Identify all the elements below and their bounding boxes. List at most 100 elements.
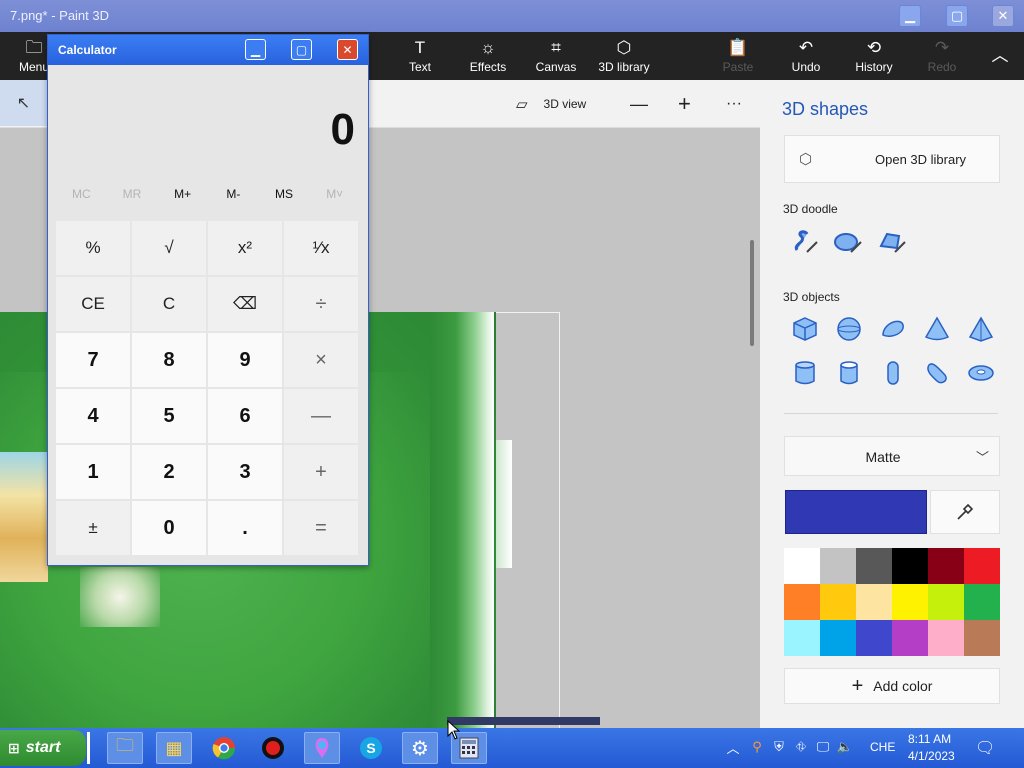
palette-swatch[interactable] [892, 584, 928, 620]
calc-key[interactable]: — [284, 389, 358, 443]
maximize-button[interactable]: ▢ [946, 5, 968, 27]
calc-key[interactable]: × [284, 333, 358, 387]
calculator-title-bar[interactable]: Calculator ▁ ▢ ✕ [48, 35, 368, 65]
calc-key[interactable]: 9 [208, 333, 282, 387]
calc-key[interactable]: % [56, 221, 130, 275]
calc-key[interactable]: ± [56, 501, 130, 555]
calculator-minimize-button[interactable]: ▁ [245, 39, 266, 60]
calc-key[interactable]: √ [132, 221, 206, 275]
hemisphere-button[interactable] [877, 313, 909, 345]
taskbar-file-explorer[interactable]: 🗀 [107, 732, 143, 764]
more-options-button[interactable]: ··· [726, 80, 742, 128]
tube-button[interactable] [833, 357, 865, 389]
calc-key[interactable]: ¹⁄x [284, 221, 358, 275]
palette-swatch[interactable] [928, 584, 964, 620]
calculator-maximize-button[interactable]: ▢ [291, 39, 312, 60]
network-off-icon[interactable]: ⛗ [792, 738, 810, 756]
language-indicator[interactable]: CHE [870, 740, 895, 754]
memory-button[interactable]: MR [107, 187, 158, 207]
horizontal-scrollbar[interactable] [447, 717, 600, 725]
palette-swatch[interactable] [856, 584, 892, 620]
taskbar-recorder[interactable] [255, 732, 291, 764]
ribbon-effects[interactable]: ☼ Effects [464, 32, 512, 80]
memory-button[interactable]: MC [56, 187, 107, 207]
taskbar-settings[interactable]: ⚙ [402, 732, 438, 764]
search-icon[interactable]: ⚲ [748, 738, 766, 756]
add-color-button[interactable]: + Add color [784, 668, 1000, 704]
tube-doodle-button[interactable] [876, 225, 908, 257]
palette-swatch[interactable] [928, 548, 964, 584]
palette-swatch[interactable] [964, 620, 1000, 656]
palette-swatch[interactable] [964, 584, 1000, 620]
palette-swatch[interactable] [820, 584, 856, 620]
calc-key[interactable]: ⌫ [208, 277, 282, 331]
zoom-in-button[interactable]: + [678, 80, 691, 128]
calc-key[interactable]: C [132, 277, 206, 331]
calc-key[interactable]: ÷ [284, 277, 358, 331]
palette-swatch[interactable] [892, 620, 928, 656]
ribbon-undo[interactable]: ↶ Undo [786, 32, 826, 80]
material-dropdown[interactable]: Matte ﹀ [784, 436, 1000, 476]
network-icon[interactable]: 🖵 [814, 738, 832, 756]
palette-swatch[interactable] [820, 620, 856, 656]
calc-key[interactable]: 1 [56, 445, 130, 499]
palette-swatch[interactable] [784, 584, 820, 620]
calc-key[interactable]: . [208, 501, 282, 555]
palette-swatch[interactable] [856, 548, 892, 584]
eyedropper-button[interactable] [930, 490, 1000, 534]
ribbon-paste[interactable]: 📋 Paste [718, 32, 758, 80]
open-3d-library-button[interactable]: ⬡ Open 3D library [784, 135, 1000, 183]
collapse-ribbon-button[interactable]: ︿ [984, 32, 1016, 80]
capsule-button[interactable] [877, 357, 909, 389]
pyramid-button[interactable] [965, 313, 997, 345]
ribbon-redo[interactable]: ↷ Redo [922, 32, 962, 80]
palette-swatch[interactable] [784, 548, 820, 584]
calc-key[interactable]: 0 [132, 501, 206, 555]
calc-key[interactable]: 4 [56, 389, 130, 443]
taskbar-store[interactable]: ▦ [156, 732, 192, 764]
palette-swatch[interactable] [856, 620, 892, 656]
sharp-doodle-button[interactable] [788, 225, 820, 257]
cone-button[interactable] [921, 313, 953, 345]
palette-swatch[interactable] [820, 548, 856, 584]
minimize-button[interactable]: ▁ [899, 5, 921, 27]
select-tool-button[interactable]: ↖ [0, 80, 47, 126]
calc-key[interactable]: 5 [132, 389, 206, 443]
bean-button[interactable] [921, 357, 953, 389]
memory-button[interactable]: MS [259, 187, 310, 207]
calc-key[interactable]: + [284, 445, 358, 499]
memory-button[interactable]: M˅ [309, 187, 360, 207]
chevron-up-icon[interactable]: ︿ [724, 738, 742, 756]
palette-swatch[interactable] [928, 620, 964, 656]
cube-button[interactable] [789, 313, 821, 345]
start-button[interactable]: ⊞ start [0, 730, 86, 766]
ribbon-text[interactable]: T Text [400, 32, 440, 80]
clock-time[interactable]: 8:11 AM [908, 732, 951, 746]
vertical-scrollbar[interactable] [750, 240, 754, 346]
palette-swatch[interactable] [892, 548, 928, 584]
calc-key[interactable]: x² [208, 221, 282, 275]
taskbar-skype[interactable]: S [353, 732, 389, 764]
zoom-out-button[interactable]: — [630, 80, 648, 128]
memory-button[interactable]: M- [208, 187, 259, 207]
calc-key[interactable]: 3 [208, 445, 282, 499]
palette-swatch[interactable] [964, 548, 1000, 584]
close-button[interactable]: ✕ [992, 5, 1014, 27]
taskbar-paint3d[interactable] [304, 732, 340, 764]
sphere-button[interactable] [833, 313, 865, 345]
calculator-close-button[interactable]: ✕ [337, 39, 358, 60]
calc-key[interactable]: = [284, 501, 358, 555]
current-color-swatch[interactable] [785, 490, 927, 534]
calc-key[interactable]: 7 [56, 333, 130, 387]
calc-key[interactable]: CE [56, 277, 130, 331]
ribbon-canvas[interactable]: ⌗ Canvas [532, 32, 580, 80]
taskbar-chrome[interactable] [206, 732, 242, 764]
ribbon-3d-library[interactable]: ⬡ 3D library [594, 32, 654, 80]
calc-key[interactable]: 8 [132, 333, 206, 387]
notifications-icon[interactable]: 🗨 [975, 738, 995, 758]
memory-button[interactable]: M+ [157, 187, 208, 207]
3d-view-toggle[interactable]: ▱ 3D view [516, 80, 586, 128]
palette-swatch[interactable] [784, 620, 820, 656]
shield-icon[interactable]: ⛨ [770, 738, 788, 756]
clock-date[interactable]: 4/1/2023 [908, 749, 955, 763]
